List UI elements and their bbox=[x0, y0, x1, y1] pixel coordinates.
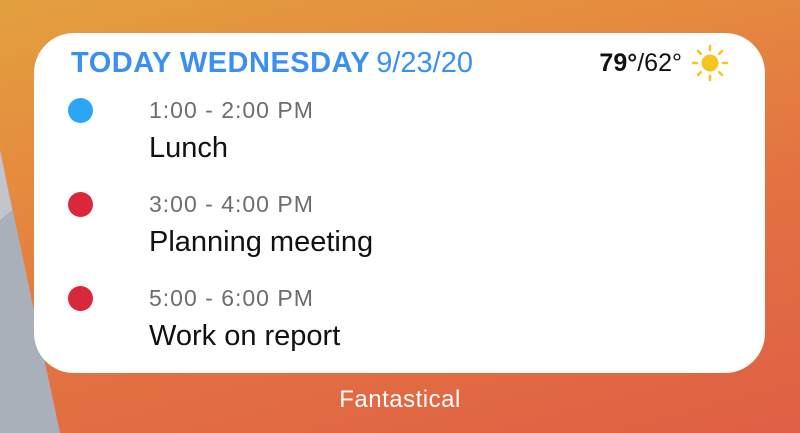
weather-summary: 79°/62° bbox=[599, 44, 729, 82]
fantastical-widget[interactable]: TODAY WEDNESDAY 9/23/20 79°/62° 1:00 - 2:… bbox=[34, 33, 765, 373]
event-title: Work on report bbox=[149, 320, 341, 352]
event-title: Lunch bbox=[149, 132, 229, 164]
event-title: Planning meeting bbox=[149, 226, 374, 258]
event-color-dot bbox=[68, 192, 93, 217]
day-label: TODAY WEDNESDAY bbox=[71, 47, 371, 79]
date-value: 9/23/20 bbox=[376, 47, 473, 79]
widget-name-label: Fantastical bbox=[339, 386, 461, 413]
temperature-high: 79° bbox=[599, 48, 638, 77]
sun-icon bbox=[691, 44, 729, 82]
event-time: 3:00 - 4:00 PM bbox=[149, 191, 314, 217]
event-time: 1:00 - 2:00 PM bbox=[149, 97, 314, 123]
event-color-dot bbox=[68, 286, 93, 311]
event-time: 5:00 - 6:00 PM bbox=[149, 285, 314, 311]
event-color-dot bbox=[68, 98, 93, 123]
date-header: TODAY WEDNESDAY 9/23/20 bbox=[71, 46, 473, 80]
temperature-low: /62° bbox=[637, 48, 682, 77]
